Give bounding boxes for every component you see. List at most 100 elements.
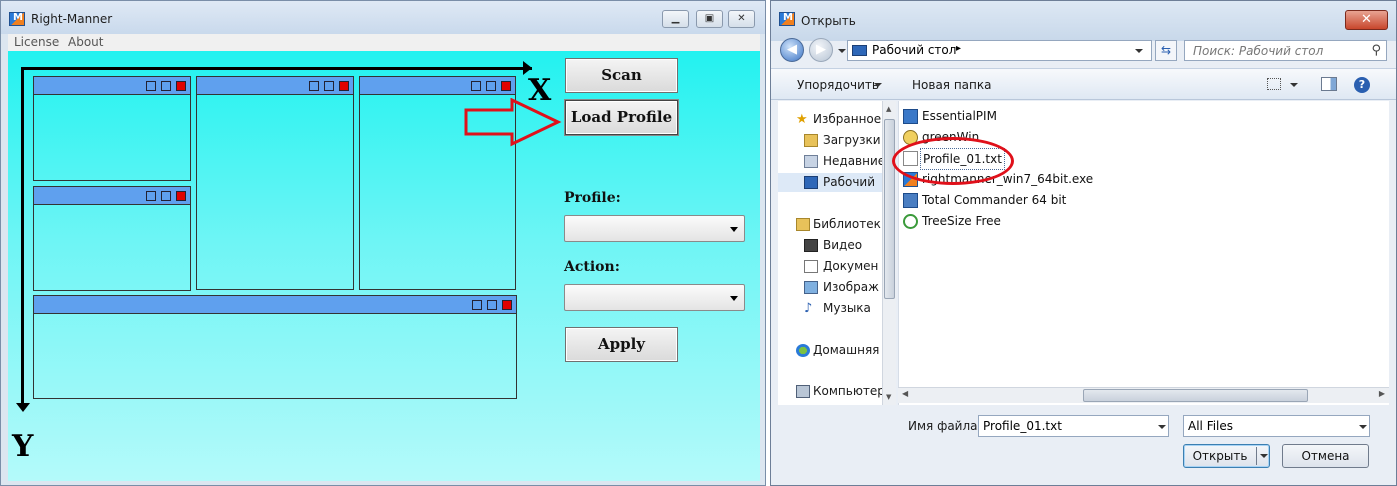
close-button[interactable]: ✕ <box>728 10 755 28</box>
nav-item-desktop[interactable]: Рабочий <box>778 173 882 192</box>
red-pointer-arrow <box>464 98 562 147</box>
video-icon <box>804 239 818 252</box>
documents-icon <box>804 260 818 273</box>
panel-button <box>486 81 496 91</box>
dialog-close-button[interactable]: ✕ <box>1345 10 1388 30</box>
nav-item-homegroup[interactable]: Домашняя <box>778 341 882 360</box>
split-divider <box>1256 447 1257 465</box>
panel-titlebar <box>34 187 190 205</box>
menu-about[interactable]: About <box>68 35 103 49</box>
navigation-pane: ★ Избранное Загрузки Недавние Рабочий Би… <box>778 101 882 405</box>
panel-titlebar <box>34 77 190 95</box>
scroll-down-icon[interactable]: ▼ <box>886 393 891 401</box>
nav-item-label: Избранное <box>813 112 882 126</box>
apply-button[interactable]: Apply <box>565 327 678 362</box>
back-arrow-icon[interactable]: ◀ <box>780 38 804 62</box>
address-dropdown-icon[interactable] <box>1135 49 1143 53</box>
panel-button <box>471 81 481 91</box>
layout-canvas: X Y Scan Load Profile Profile: Action: A… <box>8 51 760 481</box>
window-panel[interactable] <box>33 186 191 291</box>
search-input[interactable]: Поиск: Рабочий стол ⚲ <box>1184 40 1387 61</box>
window-panel[interactable] <box>33 295 517 399</box>
file-type-select[interactable]: All Files <box>1183 415 1370 437</box>
address-bar[interactable]: Рабочий стол ▸ <box>847 40 1152 61</box>
y-axis-arrow <box>16 403 30 412</box>
scan-button[interactable]: Scan <box>565 58 678 93</box>
desktop-icon <box>804 176 818 189</box>
new-folder-button[interactable]: Новая папка <box>912 78 991 92</box>
panel-button <box>472 300 482 310</box>
nav-item-music[interactable]: ♪ Музыка <box>778 299 882 318</box>
chevron-down-icon <box>730 227 738 232</box>
homegroup-icon <box>796 344 810 357</box>
breadcrumb-chevron-icon[interactable]: ▸ <box>956 43 961 54</box>
nav-item-label: Докумен <box>823 259 879 273</box>
scroll-right-icon[interactable]: ▶ <box>1379 389 1385 398</box>
scrollbar-thumb[interactable] <box>884 119 895 299</box>
dialog-title-bar[interactable]: M Открыть ✕ <box>771 1 1396 41</box>
filename-dropdown-icon[interactable] <box>1158 425 1166 429</box>
nav-item-label: Изображ <box>823 280 879 294</box>
file-list-scrollbar[interactable]: ◀ ▶ <box>898 387 1389 403</box>
preview-pane-icon[interactable] <box>1321 77 1337 91</box>
libraries-icon <box>796 218 810 231</box>
nav-item-downloads[interactable]: Загрузки <box>778 131 882 150</box>
view-dropdown-icon[interactable] <box>1290 83 1298 87</box>
organize-menu-button[interactable]: Упорядочить <box>797 78 879 92</box>
file-name: Total Commander 64 bit <box>922 193 1067 207</box>
panel-titlebar <box>197 77 353 95</box>
panel-button <box>161 81 171 91</box>
view-options-icon[interactable] <box>1267 78 1281 90</box>
window-panel[interactable] <box>196 76 354 290</box>
filename-input[interactable]: Profile_01.txt <box>978 415 1169 437</box>
refresh-icon[interactable]: ⇆ <box>1155 40 1177 61</box>
nav-item-label: Недавние <box>823 154 882 168</box>
recent-places-icon <box>804 155 818 168</box>
nav-item-computer[interactable]: Компьютер <box>778 382 882 401</box>
window-panel[interactable] <box>33 76 191 181</box>
history-dropdown-icon[interactable] <box>838 49 846 53</box>
panel-titlebar <box>360 77 515 95</box>
chevron-down-icon <box>730 296 738 301</box>
maximize-button[interactable]: ▣ <box>696 10 723 28</box>
scrollbar-thumb[interactable] <box>1083 389 1308 402</box>
panel-button <box>161 191 171 201</box>
nav-item-pictures[interactable]: Изображ <box>778 278 882 297</box>
y-axis-line <box>21 67 24 407</box>
search-placeholder: Поиск: Рабочий стол <box>1193 44 1324 58</box>
nav-item-video[interactable]: Видео <box>778 236 882 255</box>
file-type-value: All Files <box>1188 419 1234 433</box>
navigation-scrollbar[interactable]: ▲ ▼ <box>882 101 896 405</box>
nav-item-recent[interactable]: Недавние <box>778 152 882 171</box>
panel-close-button <box>502 300 512 310</box>
nav-item-favorites[interactable]: ★ Избранное <box>778 110 882 129</box>
cancel-button[interactable]: Отмена <box>1282 444 1369 468</box>
command-toolbar: Упорядочить Новая папка ? <box>771 68 1396 100</box>
scroll-left-icon[interactable]: ◀ <box>902 389 908 398</box>
x-axis-line <box>22 67 532 70</box>
nav-item-label: Компьютер <box>813 384 882 398</box>
forward-arrow-icon[interactable]: ▶ <box>809 38 833 62</box>
scroll-up-icon[interactable]: ▲ <box>886 105 891 113</box>
panel-close-button <box>176 81 186 91</box>
open-options-dropdown-icon[interactable] <box>1260 454 1268 458</box>
nav-item-label: Музыка <box>823 301 871 315</box>
pictures-icon <box>804 281 818 294</box>
nav-item-libraries[interactable]: Библиотек <box>778 215 882 234</box>
action-select[interactable] <box>564 284 745 311</box>
minimize-button[interactable]: ▁ <box>662 10 689 28</box>
profile-select[interactable] <box>564 215 745 242</box>
help-icon[interactable]: ? <box>1354 77 1370 93</box>
load-profile-button[interactable]: Load Profile <box>565 100 678 135</box>
star-icon: ★ <box>796 112 808 127</box>
file-name: TreeSize Free <box>922 214 1001 228</box>
open-button-label: Открыть <box>1192 449 1248 463</box>
title-bar[interactable]: M Right-Manner ▁ ▣ ✕ <box>1 1 765 34</box>
menu-license[interactable]: License <box>14 35 59 49</box>
nav-item-documents[interactable]: Докумен <box>778 257 882 276</box>
organize-dropdown-icon <box>874 83 882 87</box>
open-button[interactable]: Открыть <box>1183 444 1270 468</box>
downloads-folder-icon <box>804 134 818 147</box>
right-manner-window: M Right-Manner ▁ ▣ ✕ License About X Y S… <box>0 0 766 486</box>
computer-icon <box>796 385 810 398</box>
